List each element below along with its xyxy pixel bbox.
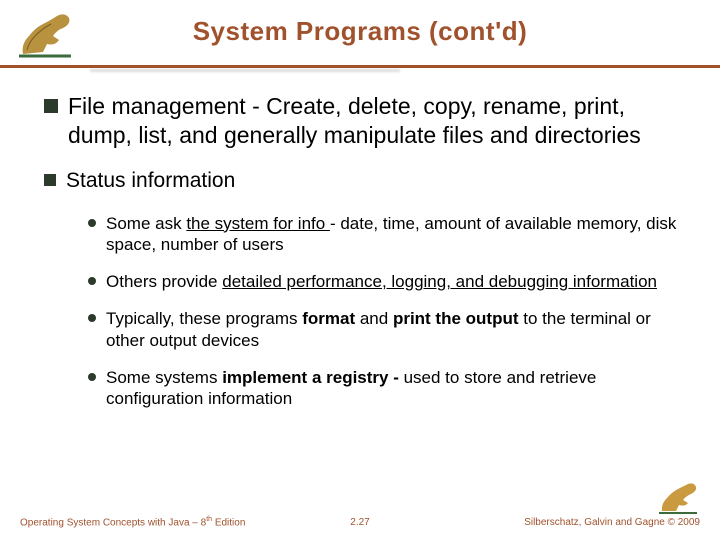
text-frag: Typically, these programs <box>106 309 302 328</box>
round-bullet-icon <box>88 277 96 285</box>
bullet-level2: Some ask the system for info - date, tim… <box>88 213 680 256</box>
bullet-level2: Others provide detailed performance, log… <box>88 271 680 292</box>
bullet-text: File management - Create, delete, copy, … <box>68 92 680 150</box>
sub-bullet-group: Some ask the system for info - date, tim… <box>44 207 680 410</box>
slide-content: File management - Create, delete, copy, … <box>40 80 680 409</box>
bullet-level2: Some systems implement a registry - used… <box>88 367 680 410</box>
text-underline: the system for info <box>186 214 330 233</box>
slide-header: System Programs (cont'd) <box>40 10 680 80</box>
text-frag: and <box>355 309 393 328</box>
square-bullet-icon <box>44 174 56 186</box>
text-frag: Operating System Concepts with Java – 8 <box>20 517 206 528</box>
slide-footer: Operating System Concepts with Java – 8t… <box>20 477 700 528</box>
title-underline <box>0 65 720 68</box>
bullet-level1: Status information <box>44 168 680 193</box>
text-bold: print the output <box>393 309 519 328</box>
bullet-level2: Typically, these programs format and pri… <box>88 308 680 351</box>
text-frag: Edition <box>212 517 245 528</box>
slide-title: System Programs (cont'd) <box>40 10 680 47</box>
round-bullet-icon <box>88 219 96 227</box>
bullet-text: Some systems implement a registry - used… <box>106 367 680 410</box>
dinosaur-logo-small-icon <box>656 477 700 515</box>
text-bold: format <box>302 309 355 328</box>
text-frag: Others provide <box>106 272 222 291</box>
text-bold: implement a registry - <box>222 368 403 387</box>
text-frag: Some systems <box>106 368 222 387</box>
bullet-text: Some ask the system for info - date, tim… <box>106 213 680 256</box>
round-bullet-icon <box>88 314 96 322</box>
slide: System Programs (cont'd) File management… <box>0 0 720 540</box>
round-bullet-icon <box>88 373 96 381</box>
bullet-text: Typically, these programs format and pri… <box>106 308 680 351</box>
bullet-text: Others provide detailed performance, log… <box>106 271 657 292</box>
copyright-text: Silberschatz, Galvin and Gagne © 2009 <box>524 517 700 528</box>
text-frag: Some ask <box>106 214 186 233</box>
title-shadow <box>90 69 400 72</box>
footer-right: Silberschatz, Galvin and Gagne © 2009 <box>524 477 700 528</box>
dinosaur-logo-icon <box>15 6 75 58</box>
slide-number: 2.27 <box>350 517 369 528</box>
footer-left-text: Operating System Concepts with Java – 8t… <box>20 516 245 528</box>
square-bullet-icon <box>44 99 58 113</box>
text-underline: detailed performance, logging, and debug… <box>222 272 657 291</box>
bullet-text: Status information <box>66 168 235 193</box>
bullet-level1: File management - Create, delete, copy, … <box>44 92 680 150</box>
